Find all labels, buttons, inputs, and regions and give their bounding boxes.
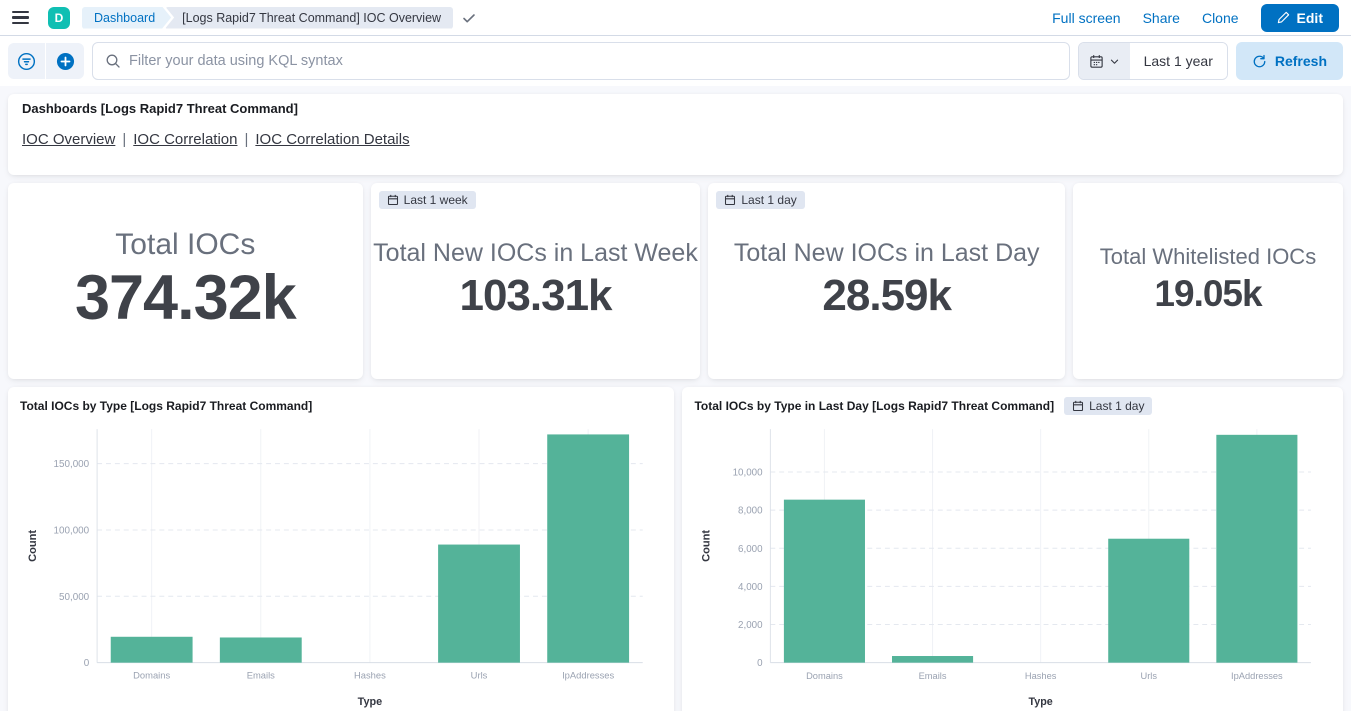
menu-icon[interactable] xyxy=(12,6,36,30)
svg-text:0: 0 xyxy=(758,658,764,669)
svg-text:Hashes: Hashes xyxy=(354,671,386,682)
filter-button-group xyxy=(8,43,84,79)
link-ioc-correlation-details[interactable]: IOC Correlation Details xyxy=(255,131,409,148)
svg-text:Hashes: Hashes xyxy=(1025,670,1057,681)
kql-search-box xyxy=(92,42,1070,80)
add-filter-icon[interactable] xyxy=(46,43,84,79)
metrics-row: Total IOCs 374.32k Last 1 week Total New… xyxy=(8,183,1343,379)
metric-title: Total IOCs xyxy=(115,228,255,262)
breadcrumb: Dashboard [Logs Rapid7 Threat Command] I… xyxy=(82,7,477,29)
metric-total-iocs[interactable]: Total IOCs 374.32k xyxy=(8,183,363,379)
calendar-icon xyxy=(387,194,399,206)
space-avatar[interactable]: D xyxy=(48,7,70,29)
refresh-icon xyxy=(1252,54,1267,69)
metric-new-iocs-last-week[interactable]: Last 1 week Total New IOCs in Last Week … xyxy=(371,183,701,379)
clone-button[interactable]: Clone xyxy=(1202,10,1239,26)
svg-text:Count: Count xyxy=(27,530,39,562)
metric-new-iocs-last-day[interactable]: Last 1 day Total New IOCs in Last Day 28… xyxy=(708,183,1065,379)
metric-value: 19.05k xyxy=(1154,270,1261,318)
svg-text:Type: Type xyxy=(1029,696,1053,708)
svg-text:Domains: Domains xyxy=(133,671,170,682)
time-badge[interactable]: Last 1 day xyxy=(716,191,804,209)
metric-value: 28.59k xyxy=(822,268,951,323)
calendar-icon xyxy=(1089,54,1104,69)
svg-text:Urls: Urls xyxy=(1141,670,1158,681)
time-range-value[interactable]: Last 1 year xyxy=(1130,43,1227,79)
svg-text:10,000: 10,000 xyxy=(733,467,763,478)
bar-chart[interactable]: 0 2,000 4,000 6,000 8,000 10,000 Domains Emails… xyxy=(694,417,1331,711)
svg-text:100,000: 100,000 xyxy=(53,525,89,536)
chart-title: Total IOCs by Type [Logs Rapid7 Threat C… xyxy=(20,399,312,413)
svg-text:0: 0 xyxy=(84,658,90,669)
full-screen-button[interactable]: Full screen xyxy=(1052,10,1120,26)
metric-value: 103.31k xyxy=(459,268,611,323)
charts-row: Total IOCs by Type [Logs Rapid7 Threat C… xyxy=(8,387,1343,711)
svg-text:50,000: 50,000 xyxy=(59,592,90,603)
metric-whitelisted-iocs[interactable]: Total Whitelisted IOCs 19.05k xyxy=(1073,183,1343,379)
search-icon xyxy=(105,53,121,69)
markdown-panel: Dashboards [Logs Rapid7 Threat Command] … xyxy=(8,94,1343,175)
markdown-panel-title: Dashboards [Logs Rapid7 Threat Command] xyxy=(22,101,1329,116)
bar-chart-svg: 0 50,000 100,000 150,000 Domains Emails Hashes… xyxy=(20,417,662,711)
svg-text:Emails: Emails xyxy=(247,671,275,682)
saved-query-icon[interactable] xyxy=(8,43,46,79)
metric-value: 374.32k xyxy=(75,262,296,334)
svg-text:Type: Type xyxy=(358,696,383,708)
svg-text:6,000: 6,000 xyxy=(739,544,764,555)
time-badge[interactable]: Last 1 week xyxy=(379,191,476,209)
metric-title: Total New IOCs in Last Day xyxy=(734,239,1040,268)
svg-text:8,000: 8,000 xyxy=(739,506,764,517)
kql-search-input[interactable] xyxy=(129,53,1057,69)
calendar-dropdown-button[interactable] xyxy=(1079,43,1130,79)
dashboard-links: IOC Overview | IOC Correlation | IOC Correla… xyxy=(22,131,1329,148)
top-navigation: D Dashboard [Logs Rapid7 Threat Command]… xyxy=(0,0,1351,36)
metric-title: Total Whitelisted IOCs xyxy=(1100,244,1316,270)
svg-text:Urls: Urls xyxy=(471,671,488,682)
breadcrumb-dashboard[interactable]: Dashboard xyxy=(82,7,171,29)
svg-text:2,000: 2,000 xyxy=(739,620,764,631)
svg-text:Count: Count xyxy=(701,530,713,562)
svg-text:Domains: Domains xyxy=(807,670,844,681)
svg-text:IpAddresses: IpAddresses xyxy=(562,671,614,682)
svg-text:4,000: 4,000 xyxy=(739,582,764,593)
time-badge[interactable]: Last 1 day xyxy=(1064,397,1152,415)
refresh-button[interactable]: Refresh xyxy=(1236,42,1343,80)
svg-text:Emails: Emails xyxy=(919,670,947,681)
pencil-icon xyxy=(1277,11,1290,24)
metric-title: Total New IOCs in Last Week xyxy=(373,239,698,268)
link-separator: | xyxy=(244,131,248,148)
chart-total-iocs-by-type-last-day[interactable]: Total IOCs by Type in Last Day [Logs Rap… xyxy=(682,387,1343,711)
chart-title: Total IOCs by Type in Last Day [Logs Rap… xyxy=(694,399,1054,413)
share-button[interactable]: Share xyxy=(1143,10,1180,26)
link-ioc-correlation[interactable]: IOC Correlation xyxy=(133,131,237,148)
svg-text:150,000: 150,000 xyxy=(53,459,89,470)
bar-chart[interactable]: 0 50,000 100,000 150,000 Domains Emails Hashes… xyxy=(20,417,662,711)
breadcrumb-current-page: [Logs Rapid7 Threat Command] IOC Overvie… xyxy=(165,7,453,29)
chevron-down-icon xyxy=(1109,56,1120,67)
dashboard-container: Dashboards [Logs Rapid7 Threat Command] … xyxy=(0,86,1351,711)
calendar-icon xyxy=(1072,400,1084,412)
svg-text:IpAddresses: IpAddresses xyxy=(1232,670,1284,681)
query-bar: Last 1 year Refresh xyxy=(0,36,1351,86)
link-separator: | xyxy=(122,131,126,148)
calendar-icon xyxy=(724,194,736,206)
chart-total-iocs-by-type[interactable]: Total IOCs by Type [Logs Rapid7 Threat C… xyxy=(8,387,674,711)
check-icon[interactable] xyxy=(461,10,477,26)
bar-chart-svg: 0 2,000 4,000 6,000 8,000 10,000 Domains Emails… xyxy=(694,417,1331,711)
link-ioc-overview[interactable]: IOC Overview xyxy=(22,131,115,148)
edit-button[interactable]: Edit xyxy=(1261,4,1339,32)
time-picker: Last 1 year xyxy=(1078,42,1228,80)
